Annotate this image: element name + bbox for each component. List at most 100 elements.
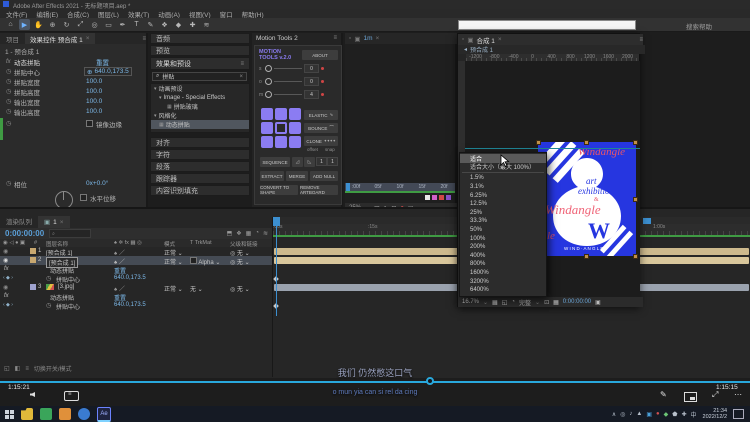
effect-row[interactable]: fx 动态拼贴 重置 [0, 292, 272, 301]
collapsed-panel-tab[interactable]: 对齐 [150, 137, 250, 148]
param-row-mirror[interactable]: ◷镜像边缘 [0, 119, 148, 128]
swatch-purple[interactable] [446, 195, 451, 200]
camera-icon[interactable]: ▣ [595, 299, 601, 306]
stopwatch-icon[interactable]: ◷ [46, 302, 51, 309]
property-value[interactable]: 640.0,173.5 [114, 275, 146, 281]
effects-presets-tab[interactable]: 效果和预设≡ [150, 57, 250, 70]
taskbar-app-blue[interactable] [78, 408, 90, 420]
slider-value[interactable]: 4 [304, 90, 319, 99]
selection-handle[interactable] [633, 140, 638, 145]
horizontal-checkbox[interactable] [80, 194, 87, 201]
record-dot[interactable] [321, 80, 324, 83]
notification-icon[interactable] [733, 409, 744, 419]
menu-item[interactable]: 图层(L) [98, 9, 119, 19]
add-null-button[interactable]: ADD NULL [309, 170, 339, 182]
about-button[interactable]: ABOUT [301, 49, 339, 61]
panel-menu-icon[interactable]: ≡ [333, 35, 337, 41]
anchor-cell[interactable] [289, 122, 301, 134]
zoom-menu-item[interactable]: 3200% [460, 277, 546, 286]
grid-options-icon[interactable]: ▦ [492, 299, 498, 306]
property-row[interactable]: ‹ ◆ › ◷ 拼贴中心 640.0,173.5 [0, 301, 272, 310]
taskbar-folder-icon[interactable] [21, 408, 33, 420]
tool-icon[interactable]: ▭ [103, 19, 114, 30]
tree-item[interactable]: ▾ 动画预设 [151, 84, 249, 93]
remove-artboard-button[interactable]: REMOVE ARTBOARD [299, 184, 339, 196]
record-dot[interactable] [321, 93, 324, 96]
sequence-value-2[interactable]: 1 [327, 157, 338, 166]
timeline-timecode[interactable]: 0:00:00:00 [5, 229, 44, 238]
selection-handle[interactable] [584, 140, 589, 145]
frame-blend-icon[interactable]: ▦ [246, 230, 252, 237]
menu-item[interactable]: 帮助(H) [242, 9, 264, 19]
tool-icon[interactable]: ↻ [61, 19, 72, 30]
param-row[interactable]: ◷输出高度100.0 [0, 107, 148, 116]
guide-line[interactable] [465, 148, 640, 149]
layer-mini-ruler[interactable]: :00f05f10f15f20f [345, 183, 455, 191]
menu-item[interactable]: 窗口 [220, 9, 233, 19]
tray-icon[interactable]: ∧ [612, 411, 616, 418]
tool-icon[interactable]: T [131, 19, 142, 30]
tray-icon[interactable]: 中 [691, 410, 697, 419]
zoom-menu-item[interactable]: 400% [460, 252, 546, 261]
slider-track[interactable] [274, 81, 302, 82]
param-row[interactable]: ◷拼贴宽度100.0 [0, 77, 148, 86]
tab-project[interactable]: 项目 [0, 34, 25, 44]
menu-item[interactable]: 动画(A) [158, 9, 180, 19]
tool-icon[interactable]: ◆ [173, 19, 184, 30]
anchor-cell[interactable] [289, 108, 301, 120]
zoom-menu-item[interactable]: 3.1% [460, 183, 546, 192]
bounce-button[interactable]: BOUNCE⌒ [303, 122, 339, 134]
clone-button[interactable]: CLONE✦✦✦✦ [303, 135, 339, 147]
keyframe-nav[interactable]: ‹ ◆ › [3, 275, 13, 281]
comp-breadcrumb[interactable]: ◂预合成 1 [458, 45, 645, 54]
danmaku-icon[interactable] [64, 391, 79, 401]
mask-visibility-icon[interactable]: ◱ [502, 299, 508, 306]
zoom-menu-item[interactable]: 25% [460, 209, 546, 218]
tray-icon[interactable]: ◆ [664, 411, 669, 418]
ramp-down-icon-button[interactable]: ◺ [303, 156, 316, 168]
comp-tab[interactable]: 合成 1 [476, 35, 494, 45]
more-options-icon[interactable]: ⋯ [734, 390, 742, 399]
snap-label[interactable]: snap [325, 147, 335, 152]
mirror-checkbox[interactable] [86, 120, 93, 127]
horizontal-ruler[interactable]: -1200-800-4000400800120016002000 [466, 54, 639, 61]
slider-knob[interactable] [265, 65, 272, 72]
stopwatch-icon[interactable]: ◷ [6, 68, 11, 75]
zoom-menu-item[interactable]: 6.25% [460, 191, 546, 200]
selection-handle[interactable] [584, 254, 589, 259]
pip-icon[interactable] [684, 392, 697, 402]
progress-handle[interactable] [426, 377, 434, 385]
anchor-cell[interactable] [261, 136, 273, 148]
swatch-magenta[interactable] [432, 195, 437, 200]
tray-icon[interactable]: ◎ [620, 411, 625, 418]
comp-timecode[interactable]: 0:00:00:00 [563, 299, 591, 305]
param-value[interactable]: 100.0 [86, 78, 102, 85]
panel-menu-icon[interactable]: ≡ [240, 61, 244, 67]
param-row-tile-center[interactable]: ◷ 拼贴中心 ⊕640.0,173.5 [0, 67, 148, 76]
slider-knob[interactable] [265, 78, 272, 85]
roi-icon[interactable]: ⊡ [544, 299, 549, 306]
anchor-cell[interactable] [275, 108, 287, 120]
column-trkmat[interactable]: T TrkMat [190, 240, 212, 246]
render-queue-tab[interactable]: 渲染队列 [0, 214, 38, 228]
menu-item[interactable]: 视图(V) [189, 9, 211, 19]
anchor-cell[interactable] [261, 108, 273, 120]
label-swatch[interactable] [30, 257, 36, 263]
preview-panel-tab[interactable]: 预览 [150, 45, 250, 56]
tray-icon[interactable]: ✚ [681, 411, 686, 418]
video-progress-bar[interactable] [0, 381, 750, 383]
sequence-value-1[interactable]: 1 [316, 157, 327, 166]
layer-row-2-selected[interactable]: ◉ 2 [预合成 1] ♠ ／ 正常 ⌄ Alpha ⌄ ◎ 无 ⌄ [0, 256, 272, 265]
tab-effect-controls[interactable]: 效果控件 预合成 1× [25, 33, 95, 44]
tool-icon[interactable]: ✋ [33, 19, 44, 30]
zoom-menu-item[interactable]: 1.5% [460, 174, 546, 183]
effects-search-box[interactable]: ⌕ 拼贴 × [152, 72, 247, 81]
anchor-cell[interactable] [261, 122, 273, 134]
zoom-menu-item[interactable]: 800% [460, 260, 546, 269]
effect-row[interactable]: fx 动态拼贴 重置 [0, 265, 272, 274]
taskbar-clock[interactable]: 21:342022/12/2 [703, 408, 727, 420]
tool-icon[interactable]: ❖ [159, 19, 170, 30]
draft3d-icon[interactable]: ❖ [236, 230, 241, 237]
menu-item[interactable]: 效果(T) [128, 9, 149, 19]
zoom-menu-item[interactable]: 12.5% [460, 200, 546, 209]
